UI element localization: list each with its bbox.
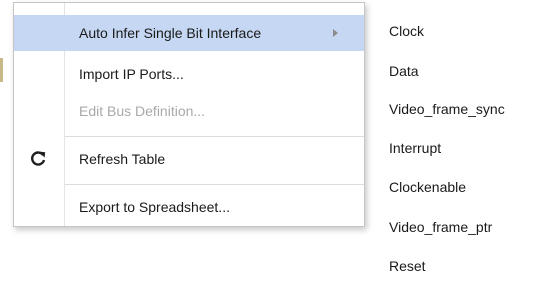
submenu-item-clockenable[interactable]: Clockenable [389, 175, 466, 199]
menu-item-import-ip-ports[interactable]: Import IP Ports... [14, 56, 364, 92]
menu-item-refresh-table[interactable]: Refresh Table [14, 141, 364, 177]
submenu: Clock Data Video_frame_sync Interrupt Cl… [375, 0, 555, 288]
submenu-item-video-frame-sync[interactable]: Video_frame_sync [389, 97, 505, 121]
menu-separator [65, 184, 364, 185]
submenu-item-data[interactable]: Data [389, 59, 419, 83]
menu-item-label: Edit Bus Definition... [79, 103, 206, 119]
chevron-right-icon [333, 29, 338, 37]
submenu-item-clock[interactable]: Clock [389, 19, 424, 43]
context-menu: Auto Infer Single Bit Interface Import I… [13, 2, 365, 227]
menu-item-label: Export to Spreadsheet... [79, 199, 230, 215]
menu-item-export-to-spreadsheet[interactable]: Export to Spreadsheet... [14, 189, 364, 225]
menu-item-label: Refresh Table [79, 151, 166, 167]
menu-item-label: Auto Infer Single Bit Interface [79, 25, 262, 41]
refresh-icon [31, 151, 46, 166]
menu-item-auto-infer-single-bit-interface[interactable]: Auto Infer Single Bit Interface [14, 15, 364, 51]
menu-item-edit-bus-definition: Edit Bus Definition... [14, 93, 364, 129]
menu-item-label: Import IP Ports... [79, 66, 184, 82]
submenu-item-reset[interactable]: Reset [389, 254, 426, 278]
submenu-item-interrupt[interactable]: Interrupt [389, 136, 441, 160]
menu-separator [65, 136, 364, 137]
background-window-edge [0, 58, 3, 82]
submenu-item-video-frame-ptr[interactable]: Video_frame_ptr [389, 215, 492, 239]
